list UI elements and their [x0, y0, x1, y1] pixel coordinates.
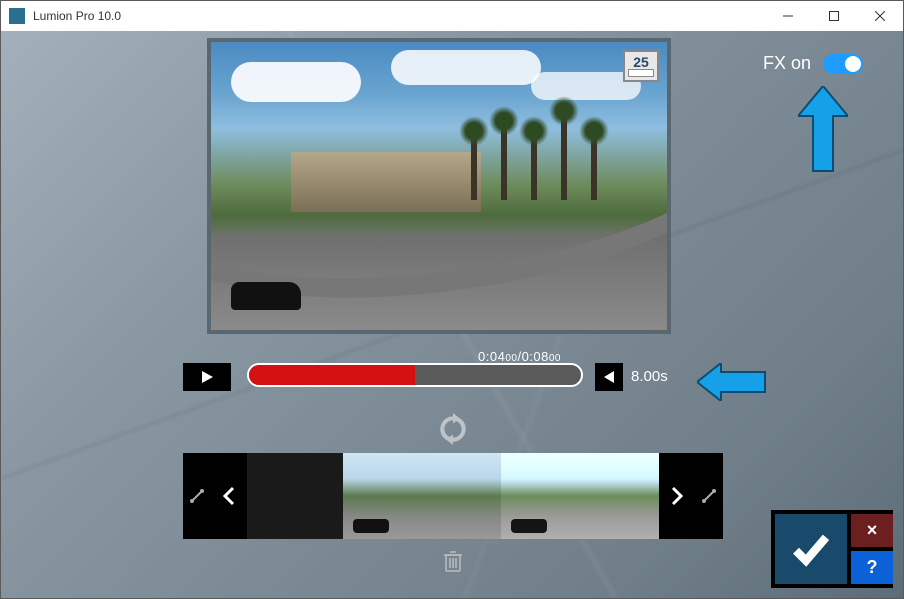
previous-camera-button[interactable] [595, 363, 623, 391]
fx-toggle-row: FX on [763, 53, 863, 74]
help-label: ? [867, 557, 878, 578]
clip-strip [183, 453, 723, 539]
clip-nav-prev[interactable] [211, 453, 247, 539]
play-icon [200, 370, 214, 384]
minimize-button[interactable] [765, 1, 811, 31]
clip-nav-next[interactable] [659, 453, 695, 539]
maximize-button[interactable] [811, 1, 857, 31]
clip-thumb-1[interactable] [343, 453, 501, 539]
confirm-ok-button[interactable] [775, 514, 847, 584]
app-icon [9, 8, 25, 24]
preview-viewport[interactable]: 25 [207, 38, 671, 334]
prev-icon [604, 371, 614, 383]
annotation-arrow-left-icon [697, 363, 767, 406]
progress-bar[interactable] [247, 363, 583, 387]
delete-clip-button[interactable] [441, 549, 465, 573]
refresh-icon [437, 413, 469, 445]
chevron-left-icon [222, 486, 236, 506]
check-icon [791, 529, 831, 569]
trash-icon [443, 550, 463, 572]
cancel-label: × [867, 520, 878, 541]
clip-thumb-2[interactable] [501, 453, 659, 539]
clip-link-start[interactable] [183, 453, 211, 539]
play-button[interactable] [183, 363, 231, 391]
help-button[interactable]: ? [851, 551, 893, 584]
clip-duration[interactable]: 8.00s [631, 368, 668, 385]
clip-link-end[interactable] [695, 453, 723, 539]
window-controls [765, 1, 903, 31]
fx-toggle[interactable] [823, 54, 863, 74]
link-icon [189, 488, 205, 504]
refresh-button[interactable] [433, 409, 473, 449]
titlebar: Lumion Pro 10.0 [1, 1, 903, 31]
clip-empty-slot[interactable] [247, 453, 343, 539]
chevron-right-icon [670, 486, 684, 506]
link-icon [701, 488, 717, 504]
fx-label: FX on [763, 53, 811, 74]
window-title: Lumion Pro 10.0 [33, 9, 121, 23]
annotation-arrow-up-icon [798, 86, 848, 181]
fps-value: 25 [633, 54, 649, 70]
fps-badge: 25 [623, 50, 659, 82]
confirm-panel: × ? [771, 510, 893, 588]
confirm-cancel-button[interactable]: × [851, 514, 893, 547]
time-label: 0:0400/0:0800 [478, 349, 561, 364]
close-button[interactable] [857, 1, 903, 31]
workspace: FX on 25 0:0400/0:0800 [1, 31, 903, 598]
progress-fill [249, 365, 415, 385]
scene-render [211, 42, 667, 330]
